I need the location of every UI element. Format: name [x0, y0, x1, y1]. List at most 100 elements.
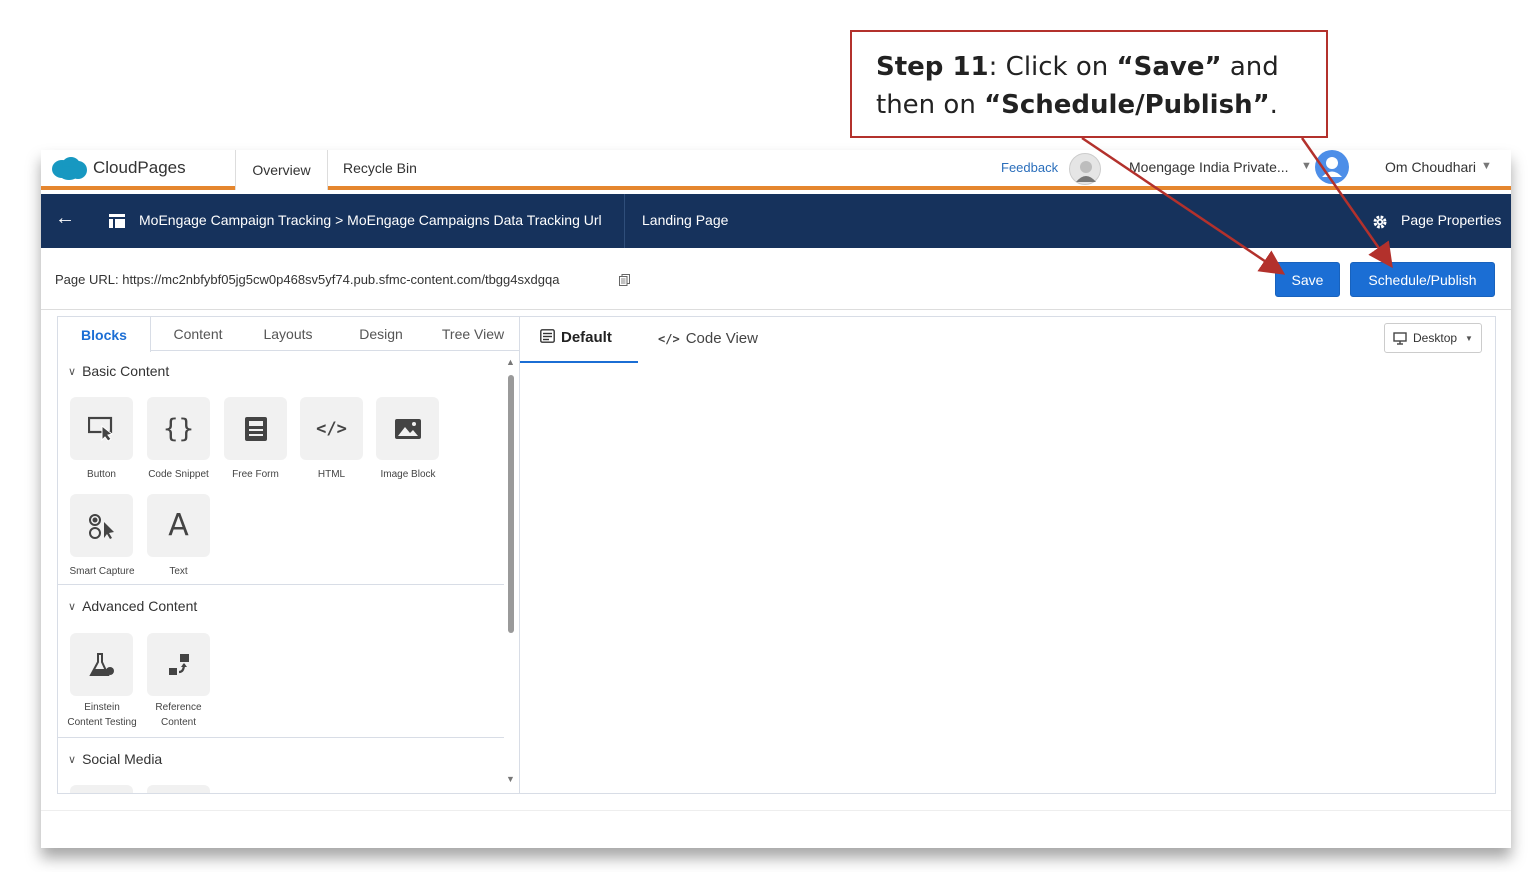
- org-name[interactable]: Moengage India Private...: [1129, 159, 1289, 175]
- block-label: Einstein Content Testing: [60, 700, 144, 730]
- org-avatar-icon: [1076, 161, 1096, 182]
- block-label: Code Snippet: [148, 469, 209, 480]
- tab-blocks[interactable]: Blocks: [58, 317, 151, 352]
- block-label-line: Content: [160, 717, 197, 728]
- block-label-line: Einstein: [84, 702, 120, 713]
- tab-tree-view[interactable]: Tree View: [433, 317, 513, 351]
- section-title: Social Media: [82, 751, 163, 767]
- copy-icon[interactable]: [619, 274, 630, 286]
- user-avatar[interactable]: [1315, 150, 1349, 184]
- tab-code-label: Code View: [685, 330, 758, 347]
- block-button[interactable]: [70, 397, 133, 460]
- tab-content[interactable]: Content: [158, 317, 238, 351]
- cloudpages-window: CloudPages Overview Recycle Bin Feedback…: [41, 150, 1511, 848]
- block-text[interactable]: A: [147, 494, 210, 557]
- block-label: Image Block: [380, 469, 436, 480]
- instruction-callout: Step 11: Click on “Save” and then on “Sc…: [850, 30, 1328, 138]
- panel-tabs: Blocks Content Layouts Design Tree View: [58, 317, 519, 352]
- block-social-placeholder[interactable]: [147, 785, 210, 793]
- block-reference-content[interactable]: [147, 633, 210, 696]
- top-bar: CloudPages Overview Recycle Bin Feedback…: [41, 150, 1511, 194]
- callout-text-1: : Click on: [988, 52, 1117, 82]
- text-a-icon: A: [168, 508, 189, 543]
- block-label-line: Reference: [155, 702, 202, 713]
- chevron-down-icon[interactable]: ▼: [1481, 160, 1492, 172]
- smart-capture-icon: [88, 513, 114, 539]
- section-title: Basic Content: [82, 363, 170, 379]
- chevron-down-icon: ∨: [68, 754, 77, 766]
- image-icon: [394, 418, 421, 439]
- block-social-placeholder[interactable]: [70, 785, 133, 793]
- block-einstein-content-testing[interactable]: [70, 633, 133, 696]
- breadcrumb[interactable]: MoEngage Campaign Tracking > MoEngage Ca…: [139, 212, 602, 228]
- reference-icon: [168, 653, 189, 675]
- step-label: Step 11: [876, 52, 989, 82]
- app-name: CloudPages: [93, 158, 186, 177]
- block-label: Free Form: [232, 469, 279, 480]
- user-name[interactable]: Om Choudhari: [1385, 159, 1476, 175]
- tab-code-view[interactable]: </> Code View: [658, 330, 758, 347]
- code-icon: </>: [658, 332, 680, 346]
- callout-text-2: and: [1221, 52, 1279, 82]
- block-smart-capture[interactable]: [70, 494, 133, 557]
- divider: [624, 194, 625, 248]
- callout-text-3: then on: [876, 90, 985, 120]
- page-url[interactable]: Page URL: https://mc2nbfybf05jg5cw0p468s…: [55, 272, 559, 287]
- tab-recycle-bin[interactable]: Recycle Bin: [333, 150, 427, 186]
- free-form-icon: [244, 416, 267, 441]
- active-tab-indicator: [520, 361, 638, 363]
- callout-text-4: .: [1269, 90, 1278, 120]
- button-block-icon: [87, 416, 113, 442]
- editor-canvas[interactable]: Default </> Code View Desktop ▼: [520, 316, 1496, 794]
- scroll-down-icon[interactable]: ▼: [506, 774, 515, 784]
- section-title: Advanced Content: [82, 598, 198, 614]
- block-label-line: Content Testing: [67, 717, 137, 728]
- page-url-value: https://mc2nbfybf05jg5cw0p468sv5yf74.pub…: [122, 272, 560, 287]
- scroll-up-icon[interactable]: ▲: [506, 357, 515, 367]
- page-url-label: Page URL:: [55, 272, 119, 287]
- chevron-down-icon[interactable]: ▼: [1301, 160, 1312, 172]
- page-header-bar: ← MoEngage Campaign Tracking > MoEngage …: [41, 194, 1511, 248]
- tab-overview[interactable]: Overview: [235, 150, 328, 190]
- save-button[interactable]: Save: [1275, 262, 1340, 297]
- page-icon: [109, 214, 125, 228]
- layout-icon: [540, 329, 555, 343]
- block-label: Smart Capture: [69, 566, 135, 577]
- block-label: Reference Content: [140, 700, 217, 730]
- caret-down-icon: ▼: [1465, 333, 1473, 343]
- tab-default-label: Default: [561, 329, 612, 346]
- tab-design[interactable]: Design: [341, 317, 421, 351]
- section-basic-content[interactable]: ∨ Basic Content: [68, 363, 169, 379]
- block-image[interactable]: [376, 397, 439, 460]
- scrollbar-thumb[interactable]: [508, 375, 514, 633]
- callout-publish-quote: “Schedule/Publish”: [984, 90, 1270, 120]
- org-avatar[interactable]: [1069, 153, 1101, 185]
- divider: [58, 737, 504, 738]
- salesforce-cloud-logo-icon[interactable]: [51, 156, 87, 180]
- tab-layouts[interactable]: Layouts: [248, 317, 328, 351]
- url-row: Page URL: https://mc2nbfybf05jg5cw0p468s…: [41, 248, 1511, 310]
- page-properties-button[interactable]: Page Properties: [1401, 212, 1501, 228]
- curly-braces-icon: {}: [162, 413, 195, 444]
- gear-icon[interactable]: [1372, 214, 1388, 230]
- block-code-snippet[interactable]: {}: [147, 397, 210, 460]
- block-html[interactable]: </>: [300, 397, 363, 460]
- code-brackets-icon: </>: [316, 418, 347, 439]
- schedule-publish-button[interactable]: Schedule/Publish: [1350, 262, 1495, 297]
- section-advanced-content[interactable]: ∨ Advanced Content: [68, 598, 197, 614]
- device-select[interactable]: Desktop ▼: [1384, 323, 1482, 353]
- block-label: Text: [169, 566, 188, 577]
- divider: [41, 810, 1511, 811]
- section-social-media[interactable]: ∨ Social Media: [68, 751, 162, 767]
- block-free-form[interactable]: [224, 397, 287, 460]
- callout-save-quote: “Save”: [1116, 52, 1222, 82]
- tab-default[interactable]: Default: [540, 329, 612, 346]
- page-type-label: Landing Page: [642, 212, 729, 228]
- beaker-icon: [88, 652, 114, 676]
- feedback-link[interactable]: Feedback: [1001, 160, 1058, 175]
- block-label: Button: [87, 469, 116, 480]
- back-arrow-icon[interactable]: ←: [55, 207, 75, 230]
- chevron-down-icon: ∨: [68, 366, 77, 378]
- blocks-panel: Blocks Content Layouts Design Tree View …: [57, 316, 520, 794]
- user-icon: [1322, 157, 1342, 177]
